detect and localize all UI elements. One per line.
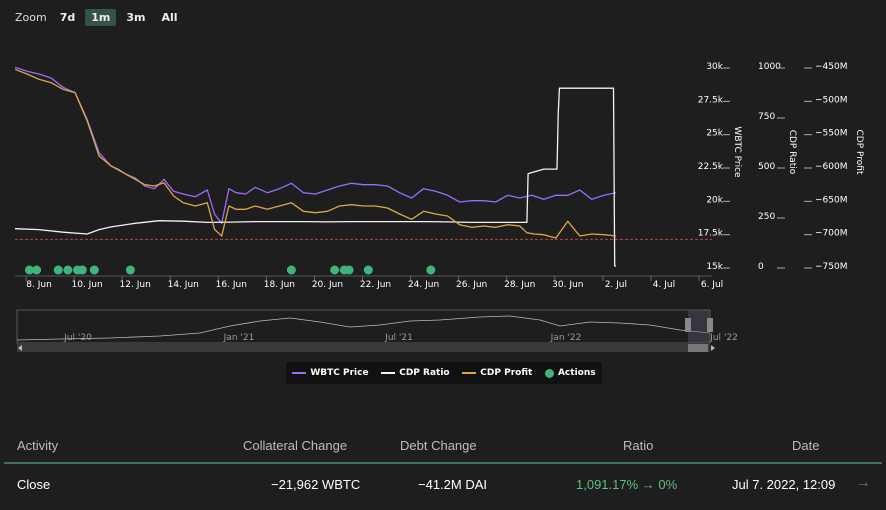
- y-tick-label-wbtc: 20k: [706, 195, 723, 205]
- navigator-label: Jan '21: [223, 333, 255, 343]
- x-tick-label: 16. Jun: [216, 280, 247, 290]
- x-tick-label: 18. Jun: [264, 280, 295, 290]
- navigator-scrollbar-thumb: [688, 344, 708, 352]
- y-tick-label-cdp-profit: −500M: [815, 95, 847, 105]
- y-tick-label-cdp-ratio: 1000: [758, 62, 781, 72]
- legend-item-cdp-ratio[interactable]: CDP Ratio: [381, 368, 450, 378]
- y-tick-label-wbtc: 17.5k: [698, 229, 724, 239]
- header-collateral-change: Collateral Change: [243, 438, 348, 453]
- action-marker: [77, 265, 87, 275]
- y-tick-label-cdp-profit: −450M: [815, 62, 847, 72]
- scroll-right-arrow-icon: [711, 345, 715, 351]
- action-marker: [426, 265, 436, 275]
- y-tick-label-cdp-ratio: 250: [758, 212, 775, 222]
- legend-item-actions[interactable]: Actions: [544, 368, 596, 378]
- table-header: Activity Collateral Change Debt Change R…: [0, 430, 886, 462]
- navigator-handle-right: [707, 318, 713, 332]
- x-tick-label: 22. Jun: [360, 280, 391, 290]
- y-tick-label-wbtc: 30k: [706, 62, 723, 72]
- x-tick-label: 12. Jun: [120, 280, 151, 290]
- legend-item-wbtc-price[interactable]: WBTC Price: [292, 368, 369, 378]
- legend-label: Actions: [557, 368, 596, 378]
- cell-date: Jul 7. 2022, 12:09: [732, 477, 836, 492]
- legend-line-icon: [292, 372, 307, 374]
- y-tick-label-cdp-profit: −700M: [815, 229, 847, 239]
- legend-label: CDP Ratio: [399, 368, 450, 378]
- y-tick-label-wbtc: 22.5k: [698, 162, 724, 172]
- zoom-7d-button[interactable]: 7d: [54, 9, 82, 26]
- y-axis-title: WBTC Price: [732, 126, 742, 178]
- y-axis-title: CDP Ratio: [787, 130, 797, 175]
- x-tick-label: 28. Jun: [504, 280, 535, 290]
- action-marker: [286, 265, 296, 275]
- legend-label: CDP Profit: [480, 368, 533, 378]
- legend-dot-icon: [544, 368, 554, 378]
- action-marker: [89, 265, 99, 275]
- navigator-label: Jan '22: [550, 333, 582, 343]
- zoom-all-button[interactable]: All: [156, 9, 184, 26]
- navigator-handle-left: [685, 318, 691, 332]
- navigator-label: Jul '20: [63, 333, 92, 343]
- y-tick-label-wbtc: 15k: [706, 262, 723, 272]
- x-tick-label: 4. Jul: [653, 280, 675, 290]
- zoom-label: Zoom: [15, 10, 47, 24]
- chart-legend: WBTC Price CDP Ratio CDP Profit Actions: [286, 362, 602, 384]
- y-tick-label-cdp-ratio: 0: [758, 262, 764, 272]
- navigator-selection: [688, 310, 710, 343]
- navigator-scrollbar-track: [17, 344, 710, 352]
- x-tick-label: 24. Jun: [408, 280, 439, 290]
- y-axis-title: CDP Profit: [854, 130, 864, 175]
- y-tick-label-cdp-profit: −550M: [815, 129, 847, 139]
- row-arrow-icon[interactable]: →: [855, 474, 871, 492]
- table-row[interactable]: Close −21,962 WBTC −41.2M DAI 1,091.17% …: [0, 464, 886, 504]
- x-tick-label: 30. Jun: [552, 280, 583, 290]
- action-marker: [344, 265, 354, 275]
- navigator-label: Jul '21: [384, 333, 413, 343]
- navigator-label: Jul '22: [709, 333, 738, 343]
- cell-activity: Close: [17, 477, 51, 492]
- y-tick-label-cdp-ratio: 500: [758, 162, 775, 172]
- x-tick-label: 26. Jun: [456, 280, 487, 290]
- x-tick-label: 10. Jun: [71, 280, 102, 290]
- header-ratio: Ratio: [623, 438, 654, 453]
- legend-line-icon: [462, 372, 477, 374]
- zoom-1m-button[interactable]: 1m: [85, 8, 117, 26]
- y-tick-label-cdp-profit: −600M: [815, 162, 847, 172]
- action-marker: [330, 265, 340, 275]
- header-debt-change: Debt Change: [400, 438, 477, 453]
- zoom-controls: Zoom 7d 1m 3m All: [15, 7, 184, 27]
- y-tick-label-cdp-ratio: 750: [758, 112, 775, 122]
- zoom-3m-button[interactable]: 3m: [120, 9, 151, 26]
- cell-collateral-change: −21,962 WBTC: [271, 477, 361, 492]
- x-tick-label: 14. Jun: [168, 280, 199, 290]
- y-tick-label-wbtc: 27.5k: [698, 95, 724, 105]
- x-tick-label: 6. Jul: [701, 280, 723, 290]
- header-date: Date: [792, 438, 820, 453]
- x-tick-label: 2. Jul: [605, 280, 627, 290]
- x-tick-label: 8. Jun: [26, 280, 52, 290]
- chart-area: 8. Jun 10. Jun 12. Jun 14. Jun 16. Jun 18. Ju…: [14, 62, 864, 352]
- activity-table: Activity Collateral Change Debt Change R…: [0, 430, 886, 504]
- action-marker: [125, 265, 135, 275]
- cell-debt-change: −41.2M DAI: [418, 477, 488, 492]
- cell-ratio: 1,091.17% → 0%: [576, 477, 678, 492]
- x-tick-label: 20. Jun: [312, 280, 343, 290]
- series-line-wbtc-price: [14, 66, 617, 224]
- action-marker: [63, 265, 73, 275]
- series-line-cdp-profit: [14, 68, 616, 239]
- legend-line-icon: [381, 372, 396, 374]
- action-marker: [53, 265, 63, 275]
- y-tick-label-cdp-profit: −750M: [815, 262, 847, 272]
- action-marker: [363, 265, 373, 275]
- y-tick-label-cdp-profit: −650M: [815, 195, 847, 205]
- action-marker: [32, 265, 42, 275]
- header-activity: Activity: [17, 438, 59, 453]
- y-tick-label-wbtc: 25k: [706, 129, 723, 139]
- legend-item-cdp-profit[interactable]: CDP Profit: [462, 368, 532, 378]
- legend-label: WBTC Price: [310, 368, 369, 378]
